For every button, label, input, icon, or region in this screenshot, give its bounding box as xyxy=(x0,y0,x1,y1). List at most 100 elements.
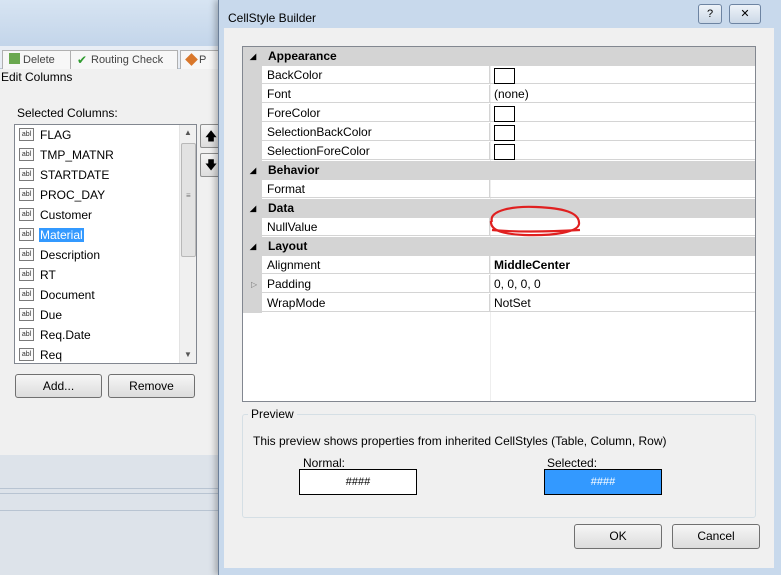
column-label: Customer xyxy=(40,208,93,222)
category-behavior[interactable]: ◢ Behavior xyxy=(243,161,755,180)
close-icon: ✕ xyxy=(740,8,750,20)
property-value[interactable]: MiddleCenter xyxy=(490,256,755,274)
property-row-format[interactable]: Format xyxy=(243,180,755,199)
property-value[interactable] xyxy=(490,142,755,161)
property-value[interactable]: 0, 0, 0, 0 xyxy=(490,275,755,293)
column-label: PROC_DAY xyxy=(40,188,106,202)
property-row-wrapmode[interactable]: WrapMode NotSet xyxy=(243,294,755,313)
list-item[interactable]: abl Document xyxy=(15,285,179,305)
selected-columns-list[interactable]: ▲ ≡ ▼ abl FLAG abl TMP_MATNR abl STARTDATE abl… xyxy=(14,124,197,364)
list-item[interactable]: abl RT xyxy=(15,265,179,285)
category-name: Data xyxy=(268,201,295,215)
list-item[interactable]: abl Customer xyxy=(15,205,179,225)
remove-button[interactable]: Remove xyxy=(108,374,195,398)
list-item[interactable]: abl Req xyxy=(15,345,179,363)
close-button[interactable]: ✕ xyxy=(729,4,761,24)
add-button[interactable]: Add... xyxy=(15,374,102,398)
list-item[interactable]: abl PROC_DAY xyxy=(15,185,179,205)
column-label: STARTDATE xyxy=(40,168,110,182)
edit-columns-title: Edit Columns xyxy=(1,70,73,84)
textbox-column-icon: abl xyxy=(19,148,34,161)
cancel-button[interactable]: Cancel xyxy=(672,524,760,549)
scroll-up-icon[interactable]: ▲ xyxy=(180,125,196,141)
selected-columns-label: Selected Columns: xyxy=(17,106,118,120)
property-grid[interactable]: ◢ Appearance BackColor Font (none) ForeColor S… xyxy=(242,46,756,402)
list-scrollbar[interactable]: ▲ ≡ ▼ xyxy=(179,125,196,363)
property-name: Font xyxy=(262,85,490,103)
textbox-column-icon: abl xyxy=(19,308,34,321)
property-row-selectionbackcolor[interactable]: SelectionBackColor xyxy=(243,123,755,142)
background-tab-strip: Delete ✔ Routing Check P xyxy=(0,46,240,69)
property-value[interactable]: (none) xyxy=(490,85,755,103)
help-button[interactable]: ? xyxy=(698,4,722,24)
tab-routing-check[interactable]: ✔ Routing Check xyxy=(70,50,178,69)
property-name: Alignment xyxy=(262,256,490,274)
textbox-column-icon: abl xyxy=(19,168,34,181)
column-label: Due xyxy=(40,308,63,322)
expand-icon[interactable]: ▷ xyxy=(251,275,257,294)
property-value[interactable] xyxy=(490,218,755,236)
category-layout[interactable]: ◢ Layout xyxy=(243,237,755,256)
column-label: RT xyxy=(40,268,56,282)
list-item[interactable]: abl FLAG xyxy=(15,125,179,145)
category-name: Appearance xyxy=(268,49,337,63)
property-name: BackColor xyxy=(262,66,490,84)
property-value[interactable] xyxy=(490,104,755,123)
property-name: SelectionForeColor xyxy=(262,142,490,160)
list-item[interactable]: abl Due xyxy=(15,305,179,325)
property-name: Format xyxy=(262,180,490,198)
scroll-thumb[interactable]: ≡ xyxy=(181,143,196,257)
property-value[interactable] xyxy=(490,180,755,198)
edit-columns-window: Delete ✔ Routing Check P Edit Columns Sel… xyxy=(0,0,240,575)
column-label: Req xyxy=(40,348,63,362)
list-item[interactable]: abl Description xyxy=(15,245,179,265)
list-item[interactable]: abl Material xyxy=(15,225,179,245)
category-appearance[interactable]: ◢ Appearance xyxy=(243,47,755,66)
property-name: ForeColor xyxy=(262,104,490,122)
column-label: FLAG xyxy=(40,128,72,142)
check-icon: ✔ xyxy=(77,53,88,67)
arrow-down-icon: 🡇 xyxy=(204,158,218,172)
preview-description: This preview shows properties from inher… xyxy=(253,434,667,448)
category-name: Layout xyxy=(268,239,308,253)
color-swatch xyxy=(494,125,515,142)
dialog-title: CellStyle Builder xyxy=(228,11,317,25)
category-data[interactable]: ◢ Data xyxy=(243,199,755,218)
property-name: Padding xyxy=(262,275,490,293)
category-name: Behavior xyxy=(268,163,320,177)
textbox-column-icon: abl xyxy=(19,208,34,221)
grip-icon: ≡ xyxy=(186,191,191,200)
ok-button[interactable]: OK xyxy=(574,524,662,549)
selected-label: Selected: xyxy=(547,456,598,470)
column-label: Req.Date xyxy=(40,328,91,342)
collapse-icon[interactable]: ◢ xyxy=(250,237,256,256)
property-value[interactable] xyxy=(490,66,755,85)
list-item[interactable]: abl Req.Date xyxy=(15,325,179,345)
property-row-forecolor[interactable]: ForeColor xyxy=(243,104,755,123)
scroll-down-icon[interactable]: ▼ xyxy=(180,347,196,363)
diamond-icon xyxy=(185,53,198,66)
property-row-alignment[interactable]: Alignment MiddleCenter xyxy=(243,256,755,275)
list-item[interactable]: abl TMP_MATNR xyxy=(15,145,179,165)
property-row-padding[interactable]: ▷ Padding 0, 0, 0, 0 xyxy=(243,275,755,294)
property-value[interactable] xyxy=(490,123,755,142)
tab-delete[interactable]: Delete xyxy=(2,50,72,69)
collapse-icon[interactable]: ◢ xyxy=(250,161,256,180)
selected-preview: #### xyxy=(544,469,662,495)
property-value[interactable]: NotSet xyxy=(490,294,755,312)
collapse-icon[interactable]: ◢ xyxy=(250,47,256,66)
list-item[interactable]: abl STARTDATE xyxy=(15,165,179,185)
background-lower-area xyxy=(0,455,240,575)
arrow-up-icon: 🡅 xyxy=(204,129,218,143)
property-name: SelectionBackColor xyxy=(262,123,490,141)
property-row-font[interactable]: Font (none) xyxy=(243,85,755,104)
normal-preview: #### xyxy=(299,469,417,495)
property-row-nullvalue[interactable]: NullValue xyxy=(243,218,755,237)
textbox-column-icon: abl xyxy=(19,348,34,361)
textbox-column-icon: abl xyxy=(19,128,34,141)
delete-icon xyxy=(9,53,20,64)
collapse-icon[interactable]: ◢ xyxy=(250,199,256,218)
property-row-selectionforecolor[interactable]: SelectionForeColor xyxy=(243,142,755,161)
column-label: Material xyxy=(39,228,84,242)
property-row-backcolor[interactable]: BackColor xyxy=(243,66,755,85)
